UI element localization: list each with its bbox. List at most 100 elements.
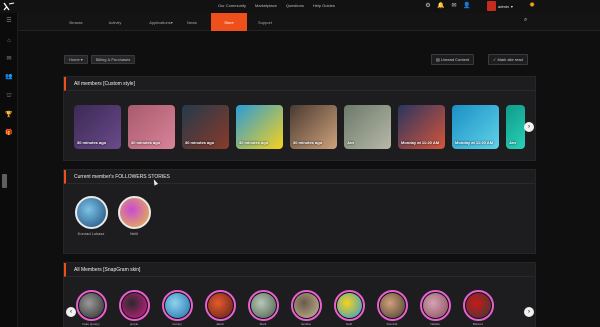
snapgram-avatar-image [337,293,362,318]
snapgram-avatar[interactable] [248,290,279,321]
story-card-caption: 30 minutes ago [293,140,323,145]
follower-story-avatar[interactable] [75,196,108,229]
snapgram-user-name: Dominik [386,322,398,326]
follower-story-name: Konrad Lukasz [77,231,105,236]
carousel-prev-icon[interactable]: ‹ [66,307,76,317]
snapgram-avatar-image [79,293,104,318]
story-card-caption: 30 minutes ago [77,140,107,145]
snapgram-avatar-image [294,293,319,318]
bell-icon[interactable]: 🔔 [437,2,445,10]
story-card[interactable]: Monday at 11:20 AM [452,105,499,149]
users-icon[interactable]: 👥 [5,73,13,81]
user-menu[interactable]: admin ▾ [487,1,513,11]
gear-icon[interactable]: ⚙ [424,2,432,10]
trophy-icon[interactable]: 🏆 [5,111,13,119]
nav-applications-label: Applications [149,19,171,25]
snapgram-user-name: Fake Quorpy [82,322,100,326]
story-card-caption: 30 minutes ago [131,140,161,145]
snapgram-avatar[interactable] [76,290,107,321]
snapgram-avatar[interactable] [420,290,451,321]
snapgram-avatar-image [423,293,448,318]
snapgram-avatar[interactable] [463,290,494,321]
user-icon[interactable]: 👤 [463,2,471,10]
top-bar: Our Community Marketplace Questions Help… [0,0,600,13]
search-icon[interactable]: ⌕ [524,17,527,24]
snapgram-avatar-image [122,293,147,318]
breadcrumb: Home ▾ Billing & Purchases [64,55,136,64]
snapgram-avatar-image [165,293,190,318]
snapgram-avatar[interactable] [377,290,408,321]
admin-label: admin [498,3,509,9]
groups-icon[interactable]: ⛫ [5,92,13,100]
nav-activity[interactable]: Activity [95,13,135,31]
menu-icon[interactable]: ☰ [5,17,13,25]
section-title-snapgram: All Members [SnapGram skin] [64,263,535,277]
snapgram-user-name: purple [129,322,139,326]
story-card[interactable]: Monday at 11:20 AM [398,105,445,149]
sun-icon[interactable]: ✹ [528,2,536,10]
nav-store[interactable]: Store [211,13,247,31]
follower-story-name: Nelli [130,231,138,236]
breadcrumb-home-label: Home [69,57,80,62]
story-card[interactable]: 30 minutes ago [236,105,283,149]
unread-content-label: Unread Content [440,57,470,62]
story-card-caption: 30 minutes ago [185,140,215,145]
story-card[interactable]: 30 minutes ago [74,105,121,149]
snapgram-user-name: Bartosz [472,322,484,326]
sidebar-handle[interactable] [2,174,7,188]
snapgram-avatar[interactable] [205,290,236,321]
section-title-custom: All members [Custom style] [64,77,535,91]
site-logo[interactable] [3,2,15,11]
snapgram-user-name: Jakub [215,322,224,326]
nav-browse[interactable]: Browse [59,13,93,31]
story-card[interactable]: Jan [506,105,525,149]
follower-story-avatar[interactable] [118,196,151,229]
carousel-next-icon[interactable]: › [524,122,534,132]
snapgram-avatar-image [466,293,491,318]
story-card-caption: Monday at 11:20 AM [455,140,494,145]
sidebar: ☰ ⌂ ✉ 👥 ⛫ 🏆 🎁 [0,13,18,327]
snapgram-avatar-image [380,293,405,318]
nav-news[interactable]: News [176,13,208,31]
mail-icon[interactable]: ✉ [450,2,458,10]
story-card[interactable]: 30 minutes ago [128,105,175,149]
snapgram-avatar[interactable] [291,290,322,321]
story-card-caption: Jan [347,140,354,145]
gift-icon[interactable]: 🎁 [5,129,13,137]
section-title-followers: Current member's FOLLOWERS STORIES [64,170,535,184]
breadcrumb-home[interactable]: Home ▾ [64,55,88,64]
top-links: Our Community Marketplace Questions Help… [218,3,335,8]
story-card-caption: Jan [509,140,516,145]
snapgram-avatar[interactable] [119,290,150,321]
snapgram-user-name: Emilka [301,322,311,326]
mail-icon[interactable]: ✉ [5,55,13,63]
chevron-down-icon: ▾ [80,57,83,62]
story-card[interactable]: 30 minutes ago [290,105,337,149]
snapgram-user-name: Mark [259,322,267,326]
top-link-marketplace[interactable]: Marketplace [255,3,277,8]
unread-content-button[interactable]: ▤ Unread Content [431,54,475,65]
top-link-questions[interactable]: Questions [286,3,304,8]
top-icons: ⚙ 🔔 ✉ 👤 [424,2,471,10]
home-icon[interactable]: ⌂ [5,37,13,45]
story-card-caption: 30 minutes ago [239,140,269,145]
breadcrumb-billing[interactable]: Billing & Purchases [90,55,136,64]
snapgram-avatar[interactable] [334,290,365,321]
story-card[interactable]: 30 minutes ago [182,105,229,149]
snapgram-user-name: Cezary [172,322,182,326]
top-link-community[interactable]: Our Community [218,3,246,8]
snapgram-avatar-image [208,293,233,318]
carousel-next-icon[interactable]: › [524,307,534,317]
mark-site-read-button[interactable]: ✓ Mark site read [488,54,528,65]
avatar [487,1,496,11]
top-link-help[interactable]: Help Guides [313,3,335,8]
nav-support[interactable]: Support [248,13,282,31]
snapgram-user-name: Nelli [346,322,352,326]
main-nav: Browse Activity Applications ▾ News Stor… [18,13,600,31]
chevron-down-icon: ▾ [170,19,173,25]
story-card-caption: Monday at 11:20 AM [401,140,440,145]
snapgram-user-name: Natalia [430,322,440,326]
story-card[interactable]: Jan [344,105,391,149]
snapgram-avatar[interactable] [162,290,193,321]
chevron-down-icon: ▾ [510,3,513,9]
